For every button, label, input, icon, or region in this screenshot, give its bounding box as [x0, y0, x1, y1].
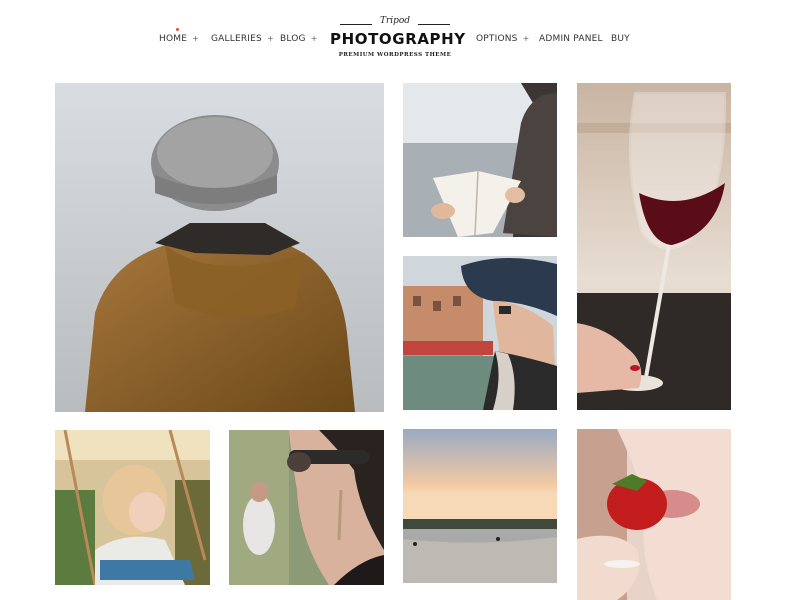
nav-item-label: BUY — [611, 34, 630, 44]
logo-brand: PHOTOGRAPHY — [330, 30, 466, 48]
active-indicator-dot — [176, 28, 179, 31]
plus-icon: + — [522, 34, 530, 43]
sunset-beach-photo[interactable] — [403, 429, 557, 583]
plus-icon: + — [192, 34, 200, 43]
nav-item-admin-panel[interactable]: ADMIN PANEL — [539, 34, 603, 44]
plus-icon: + — [310, 34, 318, 43]
nav-item-blog[interactable]: BLOG + — [280, 34, 318, 44]
reading-book-photo[interactable] — [403, 83, 557, 237]
nav-item-label: ADMIN PANEL — [539, 34, 603, 44]
man-beanie-jacket-photo[interactable] — [55, 83, 384, 412]
nav-item-home[interactable]: HOME + — [159, 34, 199, 44]
nav-item-buy[interactable]: BUY — [611, 34, 630, 44]
nav-item-label: HOME — [159, 34, 188, 44]
nav-item-label: OPTIONS — [476, 34, 518, 44]
site-logo[interactable]: Tripod PHOTOGRAPHY PREMIUM WORDPRESS THE… — [330, 14, 466, 62]
nav-item-label: GALLERIES — [211, 34, 262, 44]
woman-sunhat-venice-photo[interactable] — [403, 256, 557, 410]
plus-icon: + — [267, 34, 274, 43]
logo-rule-right — [418, 24, 450, 25]
red-wine-glass-photo[interactable] — [577, 83, 731, 410]
nav-item-galleries[interactable]: GALLERIES + — [211, 34, 274, 44]
logo-subtitle: PREMIUM WORDPRESS THEME — [338, 52, 452, 58]
woman-sunglasses-earring-photo[interactable] — [229, 430, 384, 585]
nav-item-options[interactable]: OPTIONS + — [476, 34, 530, 44]
child-on-swing-photo[interactable] — [55, 430, 210, 585]
nav-item-label: BLOG — [280, 34, 306, 44]
strawberry-lips-photo[interactable] — [577, 429, 731, 600]
